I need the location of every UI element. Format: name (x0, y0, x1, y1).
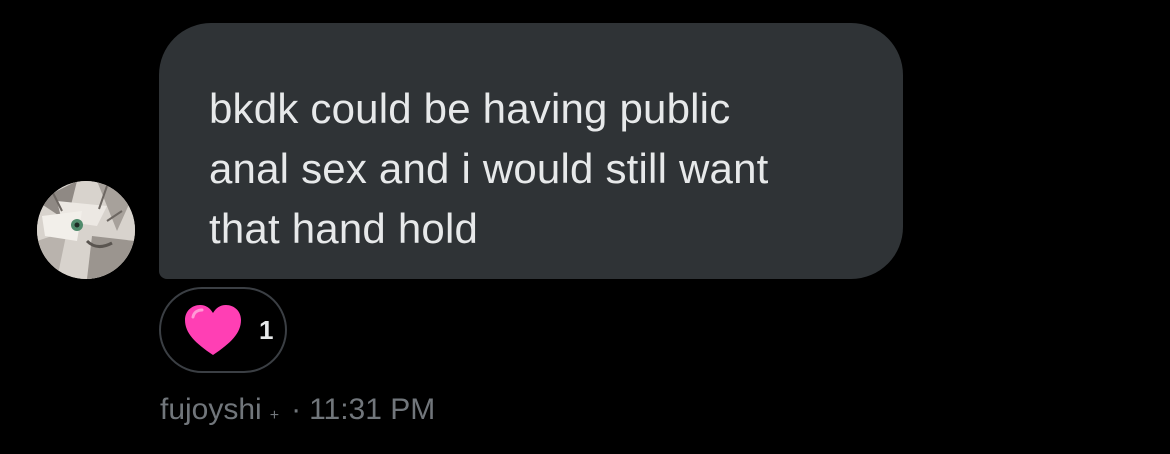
separator-dot: · (291, 393, 302, 426)
timestamp: 11:31 PM (309, 393, 436, 426)
reaction-count: 1 (259, 314, 274, 345)
sender-name[interactable]: fujoyshi (160, 393, 262, 427)
message-bubble[interactable]: bkdk could be having public anal sex and… (159, 23, 903, 279)
pink-heart-icon (185, 305, 241, 355)
avatar[interactable] (37, 181, 135, 279)
reaction-pill[interactable]: 1 (159, 287, 287, 373)
message-meta: fujoyshi + · 11:31 PM (160, 392, 435, 428)
avatar-image (37, 181, 135, 279)
sender-badge: + (269, 407, 280, 424)
